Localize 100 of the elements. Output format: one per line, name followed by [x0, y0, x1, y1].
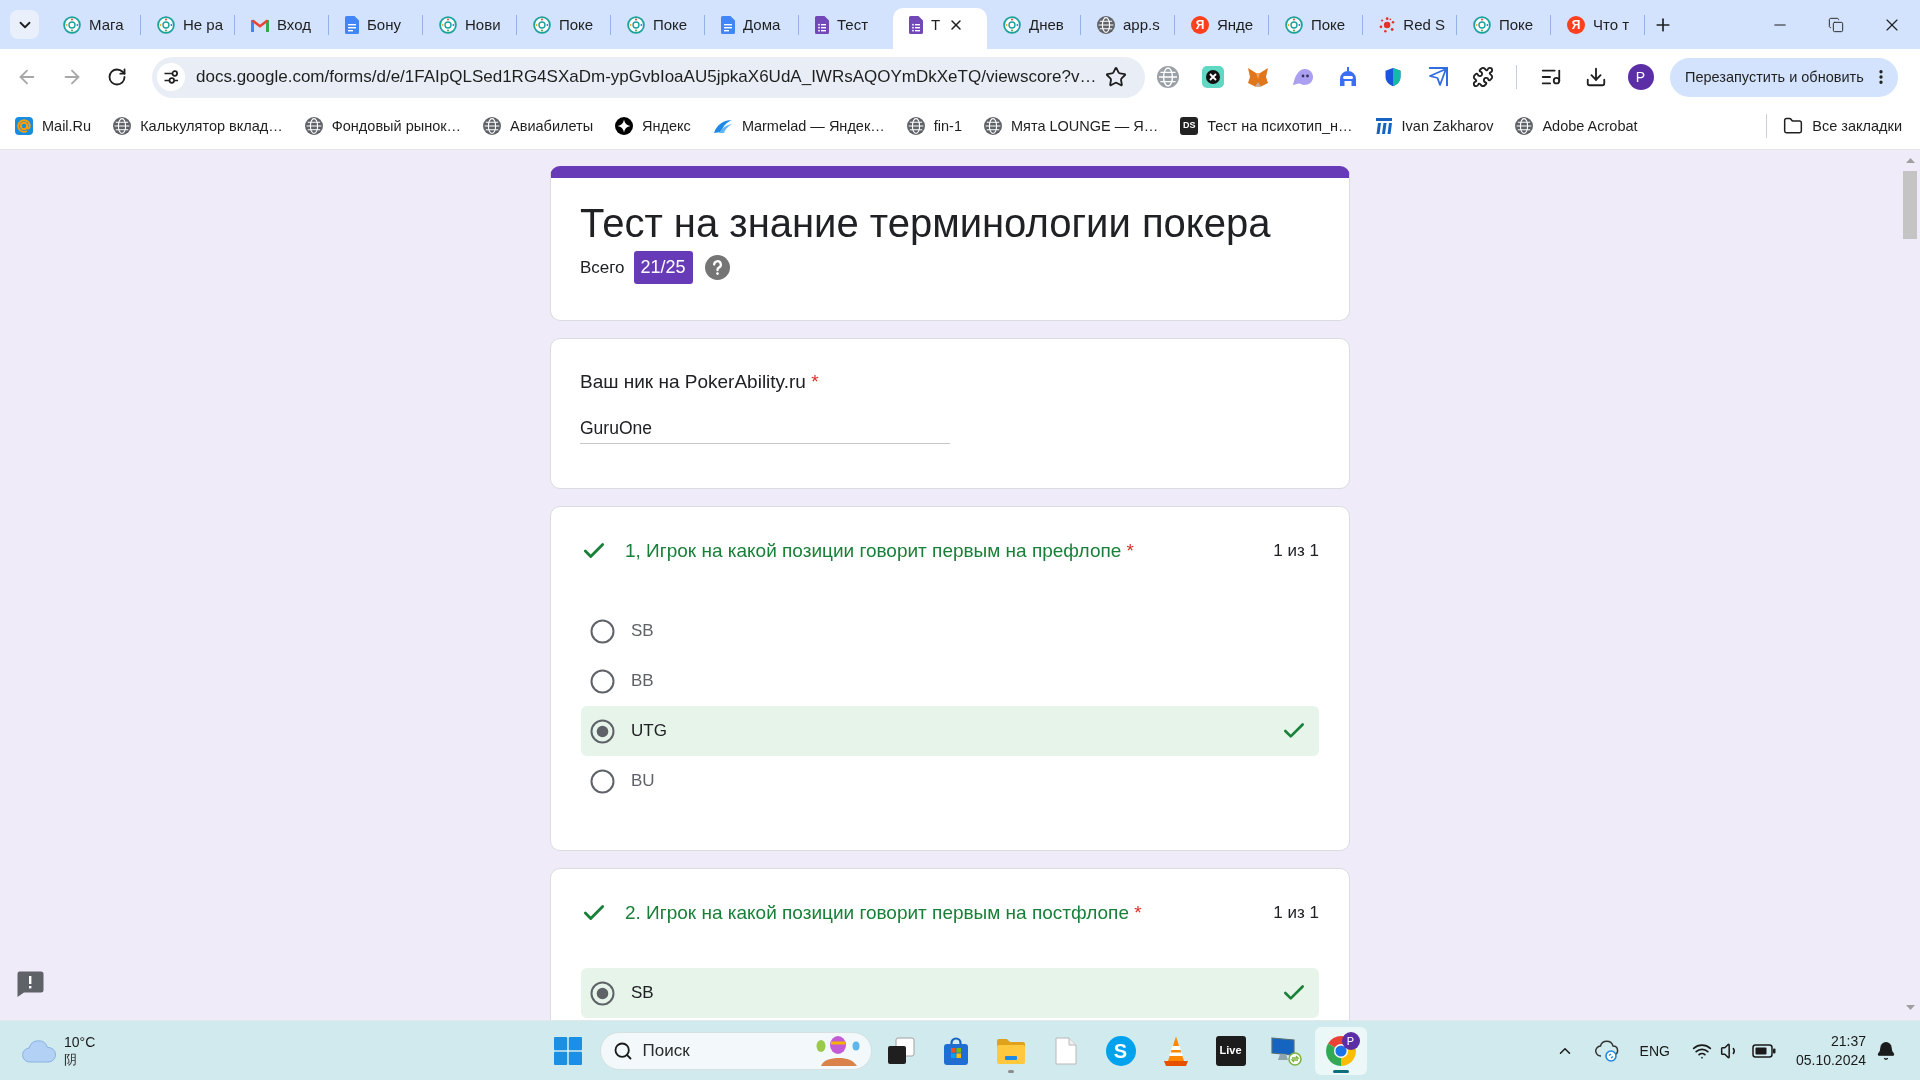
active-app-tile[interactable]: P: [1314, 1026, 1367, 1075]
chip-icon: [1285, 15, 1303, 34]
document-icon: [721, 15, 735, 34]
bookmark-link[interactable]: Авиабилеты: [477, 111, 600, 140]
browser-tab[interactable]: Я Что т: [1551, 8, 1645, 49]
option-label: SB: [631, 621, 654, 641]
bookmark-link[interactable]: DS Тест на психотип_н…: [1174, 111, 1359, 140]
profile-badge: P: [1341, 1031, 1360, 1050]
traffic-cone-icon[interactable]: [1161, 1035, 1190, 1066]
radio-button[interactable]: [590, 768, 615, 794]
weather-condition: 阴: [64, 1050, 78, 1069]
sliders-icon[interactable]: [157, 63, 185, 91]
reload-icon[interactable]: [107, 67, 127, 87]
browser-tab[interactable]: app.s: [1081, 8, 1175, 49]
clock-time: 21:37: [1830, 1031, 1866, 1051]
language-indicator[interactable]: ENG: [1639, 1042, 1670, 1059]
globe-icon: [1097, 15, 1115, 34]
bookmark-link[interactable]: fin-1: [900, 111, 968, 140]
profile-avatar[interactable]: P: [1627, 64, 1654, 90]
restore-window-icon[interactable]: [1828, 16, 1844, 33]
bookmark-link[interactable]: Adobe Acrobat: [1509, 111, 1644, 140]
score-label: Всего: [580, 257, 625, 278]
browser-tab[interactable]: Тест: [799, 8, 893, 49]
option-label: BB: [631, 671, 654, 691]
ghost-icon[interactable]: [1290, 67, 1315, 87]
monitor-icon[interactable]: [1269, 1035, 1302, 1066]
folder-icon: [1783, 115, 1804, 136]
radio-button[interactable]: [590, 980, 615, 1006]
help-icon[interactable]: [704, 255, 730, 280]
bookmark-link[interactable]: Фондовый рынок…: [298, 111, 468, 140]
score-badge: 21/25: [633, 251, 693, 284]
splat-icon: [1379, 15, 1396, 34]
letter-logo: Я: [1191, 15, 1209, 34]
option-label: BU: [631, 771, 655, 791]
paper-plane-icon[interactable]: [1426, 66, 1449, 88]
text-logo[interactable]: Live: [1215, 1035, 1246, 1066]
browser-tab[interactable]: Т: [893, 8, 987, 49]
at-sign-icon: [15, 116, 33, 135]
globe-icon: [483, 116, 502, 135]
globe-icon: [906, 116, 925, 135]
address-field[interactable]: docs.google.com/forms/d/e/1FAIpQLSed1RG4SXaDm-ypGvbIoaAU5jpkaX6UdA_IWRsAQOYmDkXeTQ/viewscore?v…: [152, 56, 1145, 98]
circle-logo-icon[interactable]: [1201, 66, 1224, 88]
question-label: Ваш ник на PokerAbility.ru *: [580, 370, 820, 394]
browser-tab[interactable]: Нови: [423, 8, 517, 49]
bookmark-link[interactable]: Калькулятор вклад…: [107, 111, 289, 140]
globe-icon: [983, 116, 1002, 135]
globe-icon[interactable]: [1156, 66, 1179, 88]
browser-tab[interactable]: Не ра: [141, 8, 235, 49]
update-button[interactable]: Перезапустить и обновить: [1670, 57, 1898, 97]
battery-icon[interactable]: [1751, 1043, 1776, 1058]
shopping-bag-icon[interactable]: [941, 1036, 970, 1065]
chip-icon: [533, 15, 551, 34]
four-squares-icon[interactable]: [553, 1036, 582, 1065]
bell-icon[interactable]: [1876, 1040, 1896, 1061]
browser-tab[interactable]: Поке: [1269, 8, 1363, 49]
browser-tab[interactable]: Днев: [987, 8, 1081, 49]
list-document-icon: [815, 15, 829, 34]
download-icon[interactable]: [1584, 66, 1607, 88]
search-input[interactable]: Поиск: [642, 1038, 803, 1063]
browser-tab[interactable]: Red S: [1363, 8, 1457, 49]
bookmark-link[interactable]: Marmelad — Яндек…: [706, 111, 891, 140]
browser-tab[interactable]: Дома: [705, 8, 799, 49]
feedback-icon[interactable]: [16, 971, 44, 997]
globe-icon: [304, 116, 323, 135]
puzzle-icon[interactable]: [1471, 66, 1494, 88]
tab-list-button[interactable]: [10, 10, 39, 39]
star-icon[interactable]: [1105, 66, 1127, 88]
chip-icon: [627, 15, 645, 34]
chip-icon: [1003, 15, 1021, 34]
search-field[interactable]: Поиск: [599, 1031, 872, 1070]
radio-button[interactable]: [590, 618, 615, 644]
fox-icon[interactable]: [1246, 66, 1269, 88]
scrollbar-thumb[interactable]: [1903, 171, 1917, 239]
bookmark-folder[interactable]: Все закладки: [1777, 111, 1908, 140]
letter-logo: DS: [1180, 116, 1199, 135]
chip-icon: [63, 15, 81, 34]
bookmark-link[interactable]: Mail.Ru: [9, 111, 98, 140]
overlapping-squares-icon[interactable]: [886, 1036, 915, 1065]
browser-tab[interactable]: Поке: [1457, 8, 1551, 49]
browser-tab[interactable]: Мага: [47, 8, 141, 49]
bookmark-link[interactable]: Ivan Zakharov: [1368, 111, 1500, 140]
bookmark-link[interactable]: Мята LOUNGE — Я…: [977, 111, 1165, 140]
chip-icon: [439, 15, 457, 34]
option-label: UTG: [631, 721, 667, 741]
chip-icon: [157, 15, 175, 34]
browser-tab[interactable]: Я Янде: [1175, 8, 1269, 49]
browser-tab[interactable]: Поке: [611, 8, 705, 49]
folder-icon[interactable]: [995, 1037, 1026, 1064]
bookmark-link[interactable]: Яндекс: [609, 111, 697, 140]
radio-button[interactable]: [590, 718, 615, 744]
globe-icon: [1515, 116, 1534, 135]
answer-field: GuruOne: [580, 415, 950, 444]
radio-button[interactable]: [590, 668, 615, 694]
browser-tab[interactable]: Вход: [235, 8, 329, 49]
bars-logo-icon: [1374, 116, 1393, 135]
browser-tab[interactable]: Бону: [329, 8, 423, 49]
url-text: docs.google.com/forms/d/e/1FAIpQLSed1RG4SXaDm-ypGvbIoaAU5jpkaX6UdA_IWRsAQOYmDkXeTQ/viewscore?v…: [196, 67, 1098, 87]
sparkle-icon: [615, 116, 634, 135]
cloud-sync-icon[interactable]: [1594, 1039, 1619, 1062]
browser-tab[interactable]: Поке: [517, 8, 611, 49]
